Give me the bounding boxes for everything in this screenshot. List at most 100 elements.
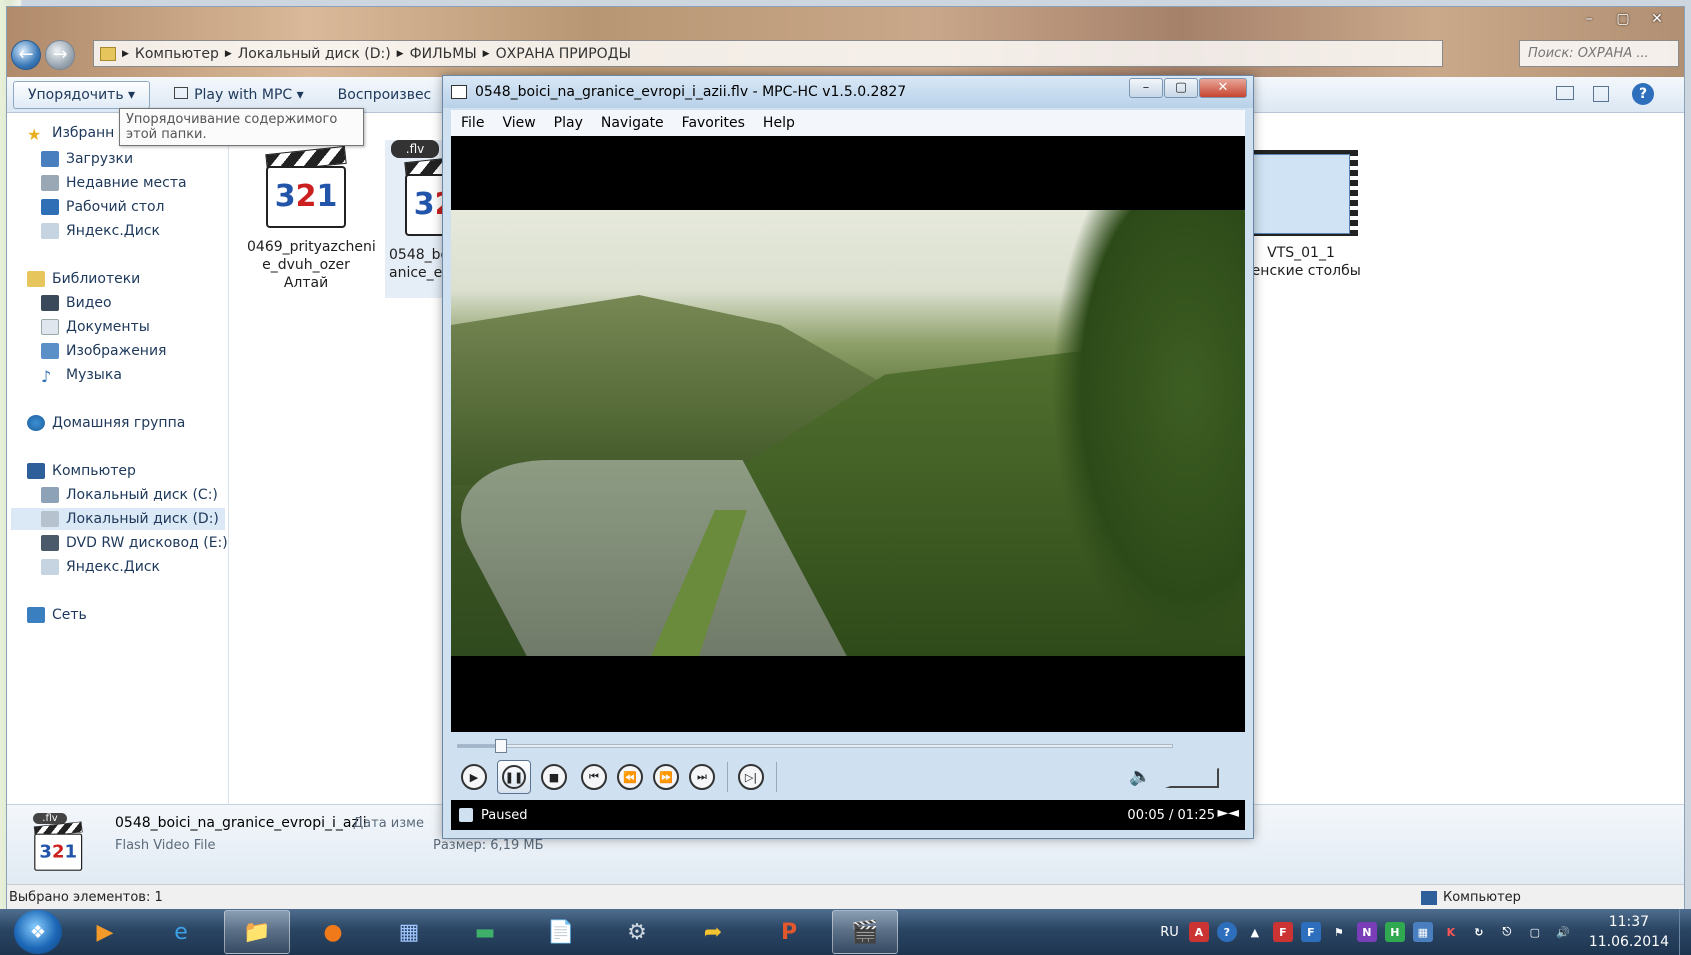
sidebar-item-disk-d[interactable]: Локальный диск (D:) xyxy=(11,508,225,530)
taskbar-firefox[interactable]: ● xyxy=(300,910,366,954)
organize-button[interactable]: Упорядочить ▾ xyxy=(13,80,151,109)
sidebar-item-favorites[interactable]: ★ Избранн xyxy=(27,122,114,144)
sidebar-item-computer[interactable]: Компьютер xyxy=(27,460,136,482)
file-name: 0469_prityazcheni e_dvuh_ozer Алтай xyxy=(247,239,376,291)
tray-display-icon[interactable]: ▢ xyxy=(1525,922,1545,942)
sidebar-item-documents[interactable]: Документы xyxy=(41,316,150,338)
taskbar-explorer[interactable]: 📁 xyxy=(224,910,290,954)
volume-slider[interactable] xyxy=(1165,768,1219,788)
start-button[interactable]: ❖ xyxy=(14,910,62,954)
taskbar-app-4[interactable]: ⚙ xyxy=(604,910,670,954)
menu-play[interactable]: Play xyxy=(554,115,583,131)
mpc-close-button[interactable]: ✕ xyxy=(1199,78,1247,98)
breadcrumb-disk-d[interactable]: Локальный диск (D:) xyxy=(238,46,391,62)
pause-button[interactable]: ❚❚ xyxy=(497,760,531,794)
rewind-button[interactable]: ⏪ xyxy=(617,764,643,790)
tray-h-icon[interactable]: H xyxy=(1384,922,1405,942)
show-desktop-button[interactable] xyxy=(1679,909,1691,955)
volume-icon[interactable]: 🔈 xyxy=(1129,766,1151,787)
sidebar-item-yandex-disk[interactable]: Яндекс.Диск xyxy=(41,220,160,242)
folder-icon xyxy=(100,46,116,61)
taskbar-powerpoint[interactable]: P xyxy=(756,910,822,954)
menu-favorites[interactable]: Favorites xyxy=(682,115,745,131)
seek-bar[interactable] xyxy=(457,739,1173,753)
tray-pdf-icon[interactable]: F xyxy=(1272,922,1293,942)
mpc-maximize-button[interactable]: ▢ xyxy=(1164,78,1198,98)
sidebar-item-yandex-disk-2[interactable]: Яндекс.Диск xyxy=(41,556,160,578)
clock-date: 11.06.2014 xyxy=(1588,934,1669,950)
maximize-button[interactable]: ▢ xyxy=(1606,9,1640,31)
breadcrumb-computer[interactable]: Компьютер xyxy=(135,46,219,62)
mpc-minimize-button[interactable]: – xyxy=(1129,78,1163,98)
tray-usb-icon[interactable]: ⎋ xyxy=(1497,922,1517,942)
play-with-mpc-button[interactable]: Play with MPC ▾ xyxy=(164,82,314,108)
stop-icon: ■ xyxy=(548,770,560,784)
sidebar-item-downloads[interactable]: Загрузки xyxy=(41,148,133,170)
sidebar-label: Домашняя группа xyxy=(52,415,186,431)
taskbar-internet-explorer[interactable]: e xyxy=(148,910,214,954)
back-button[interactable]: ← xyxy=(11,40,41,70)
taskbar-app-5[interactable]: ➦ xyxy=(680,910,746,954)
sidebar-item-homegroup[interactable]: Домашняя группа xyxy=(27,412,185,434)
map-thumbnail xyxy=(1252,154,1350,234)
menu-view[interactable]: View xyxy=(502,115,535,131)
preview-pane-icon[interactable] xyxy=(1593,86,1609,102)
file-item-selected[interactable]: .flv 321 0548_bo anice_ev xyxy=(385,140,445,298)
forward-button[interactable]: ⏩ xyxy=(653,764,679,790)
tray-sync-icon[interactable]: ↻ xyxy=(1469,922,1489,942)
sidebar-item-disk-c[interactable]: Локальный диск (C:) xyxy=(41,484,218,506)
clock-time: 11:37 xyxy=(1608,914,1650,930)
next-button[interactable]: ⏭ xyxy=(689,764,715,790)
tray-fine-reader-icon[interactable]: F xyxy=(1300,922,1321,942)
forward-button[interactable]: → xyxy=(45,40,75,70)
menu-navigate[interactable]: Navigate xyxy=(601,115,664,131)
tray-chevron-icon[interactable]: ▲ xyxy=(1245,922,1265,942)
taskbar-mpc[interactable]: 🎬 xyxy=(832,910,898,954)
sidebar-item-libraries[interactable]: Библиотеки xyxy=(27,268,140,290)
search-input[interactable]: Поиск: ОХРАНА ... xyxy=(1519,40,1679,67)
tray-volume-icon[interactable]: 🔊 xyxy=(1553,922,1573,942)
minimize-button[interactable]: – xyxy=(1572,9,1606,31)
frame-step-button[interactable]: ▷| xyxy=(738,764,764,790)
breadcrumb-nature[interactable]: ОХРАНА ПРИРОДЫ xyxy=(496,46,631,62)
mpc-clapper-icon: 321 xyxy=(264,145,348,230)
sidebar-item-images[interactable]: Изображения xyxy=(41,340,166,362)
taskbar-app-2[interactable]: ▬ xyxy=(452,910,518,954)
tray-flag-icon[interactable]: ⚑ xyxy=(1329,922,1349,942)
sidebar-item-music[interactable]: ♪ Музыка xyxy=(41,364,122,386)
seek-thumb[interactable] xyxy=(494,739,507,753)
video-area[interactable] xyxy=(451,136,1245,732)
stop-button[interactable]: ■ xyxy=(541,764,567,790)
clock[interactable]: 11:37 11.06.2014 xyxy=(1589,912,1669,952)
tray-network-icon[interactable]: ▦ xyxy=(1412,922,1433,942)
breadcrumb-films[interactable]: ФИЛЬМЫ xyxy=(410,46,477,62)
video-tree xyxy=(1051,210,1245,656)
sidebar-item-network[interactable]: Сеть xyxy=(27,604,87,626)
play-with-label: Play with MPC xyxy=(194,86,293,103)
sidebar-item-desktop[interactable]: Рабочий стол xyxy=(41,196,165,218)
sidebar-item-dvd[interactable]: DVD RW дисковод (E:) 3 xyxy=(41,532,241,554)
tray-onenote-icon[interactable]: N xyxy=(1356,922,1377,942)
address-bar[interactable]: ▶ Компьютер ▶ Локальный диск (D:) ▶ ФИЛЬ… xyxy=(93,40,1443,67)
tray-antivirus-icon[interactable]: K xyxy=(1441,922,1461,942)
tray-help-icon[interactable]: ? xyxy=(1216,922,1237,942)
taskbar-app-3[interactable]: 📄 xyxy=(528,910,594,954)
menu-help[interactable]: Help xyxy=(763,115,795,131)
taskbar-app-1[interactable]: ▦ xyxy=(376,910,442,954)
language-indicator[interactable]: RU xyxy=(1160,925,1179,940)
sidebar-item-video[interactable]: Видео xyxy=(41,292,112,314)
view-options-icon[interactable] xyxy=(1556,86,1574,100)
sidebar-item-recent[interactable]: Недавние места xyxy=(41,172,187,194)
play-button[interactable]: ▶ xyxy=(461,764,487,790)
status-icon xyxy=(459,808,473,822)
help-icon[interactable]: ? xyxy=(1632,83,1654,105)
previous-button[interactable]: ⏮ xyxy=(581,764,607,790)
close-button[interactable]: ✕ xyxy=(1640,9,1674,31)
taskbar-media-player[interactable]: ▶ xyxy=(72,910,138,954)
menu-file[interactable]: File xyxy=(461,115,484,131)
file-item[interactable]: VTS_01_1 Ленские столбы xyxy=(1236,150,1366,280)
tray-app-icon[interactable]: A xyxy=(1188,922,1209,942)
play-button[interactable]: Воспроизвес xyxy=(328,82,442,108)
video-frame xyxy=(451,210,1245,656)
file-item[interactable]: 321 0469_prityazcheni e_dvuh_ozer Алтай xyxy=(247,145,376,292)
